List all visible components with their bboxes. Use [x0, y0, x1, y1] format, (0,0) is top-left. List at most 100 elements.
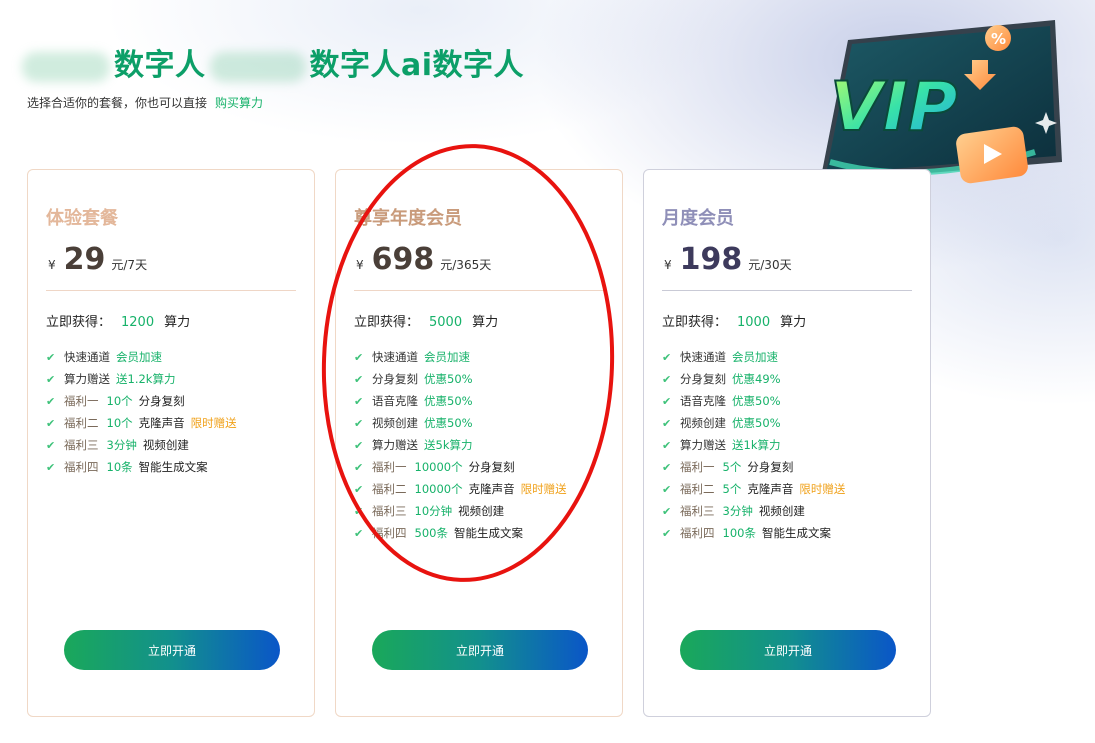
title-part-1: 数字人	[114, 48, 206, 83]
check-icon: ✔	[662, 350, 672, 364]
feature-item: ✔ 福利二 10000个 克隆声音 限时赠送	[354, 478, 567, 500]
feature-value: 10个	[106, 394, 133, 408]
check-icon: ✔	[662, 372, 672, 386]
feature-extra: 克隆声音	[747, 482, 794, 496]
check-icon: ✔	[662, 438, 672, 452]
buy-compute-link[interactable]: 购买算力	[215, 96, 263, 110]
activate-button[interactable]: 立即开通	[64, 630, 280, 670]
feature-value: 优惠50%	[732, 416, 781, 430]
feature-value: 3分钟	[106, 438, 137, 452]
feature-extra: 克隆声音	[468, 482, 515, 496]
feature-item: ✔ 福利二 5个 克隆声音 限时赠送	[662, 478, 845, 500]
feature-list: ✔ 快速通道 会员加速 ✔ 分身复刻 优惠49% ✔ 语音克隆 优惠50% ✔ 视频创建 优惠5…	[662, 346, 845, 544]
price-unit: 元/7天	[111, 258, 148, 272]
feature-item: ✔ 分身复刻 优惠49%	[662, 368, 845, 390]
plan-card-trial: 体验套餐 ¥29 元/7天 立即获得： 1200 算力 ✔ 快速通道 会员加速 ✔ 算力赠送…	[27, 169, 315, 717]
feature-label: 福利四	[372, 526, 407, 540]
check-icon: ✔	[354, 350, 364, 364]
blurred-text	[209, 51, 306, 82]
plan-name: 体验套餐	[46, 208, 118, 229]
feature-label: 快速通道	[64, 350, 110, 364]
divider	[662, 290, 912, 291]
check-icon: ✔	[46, 350, 56, 364]
feature-value: 送1.2k算力	[116, 372, 176, 386]
feature-extra: 视频创建	[458, 504, 505, 518]
feature-value: 优惠50%	[424, 372, 473, 386]
feature-item: ✔ 算力赠送 送1.2k算力	[46, 368, 237, 390]
feature-value: 优惠50%	[732, 394, 781, 408]
check-icon: ✔	[662, 482, 672, 496]
feature-item: ✔ 语音克隆 优惠50%	[662, 390, 845, 412]
feature-item: ✔ 福利三 10分钟 视频创建	[354, 500, 567, 522]
feature-item: ✔ 语音克隆 优惠50%	[354, 390, 567, 412]
feature-item: ✔ 福利一 10个 分身复刻	[46, 390, 237, 412]
feature-value: 优惠50%	[424, 416, 473, 430]
check-icon: ✔	[354, 438, 364, 452]
feature-item: ✔ 福利三 3分钟 视频创建	[662, 500, 845, 522]
feature-value: 10分钟	[414, 504, 453, 518]
feature-label: 算力赠送	[372, 438, 418, 452]
feature-item: ✔ 算力赠送 送1k算力	[662, 434, 845, 456]
gain-label: 立即获得：	[46, 315, 112, 330]
gain-row: 立即获得： 1200 算力	[46, 311, 190, 330]
feature-value: 10个	[106, 416, 133, 430]
feature-label: 福利四	[64, 460, 99, 474]
feature-list: ✔ 快速通道 会员加速 ✔ 算力赠送 送1.2k算力 ✔ 福利一 10个 分身复刻 ✔ 福利二 1…	[46, 346, 237, 478]
feature-label: 福利三	[372, 504, 407, 518]
price-amount: 198	[679, 242, 743, 277]
feature-extra: 智能生成文案	[761, 526, 831, 540]
check-icon: ✔	[354, 526, 364, 540]
gain-row: 立即获得： 1000 算力	[662, 311, 806, 330]
feature-item: ✔ 福利四 10条 智能生成文案	[46, 456, 237, 478]
feature-value: 会员加速	[732, 350, 778, 364]
feature-extra: 分身复刻	[138, 394, 185, 408]
feature-label: 快速通道	[372, 350, 418, 364]
activate-button[interactable]: 立即开通	[372, 630, 588, 670]
currency-symbol: ¥	[48, 258, 56, 272]
check-icon: ✔	[662, 394, 672, 408]
feature-item: ✔ 福利一 5个 分身复刻	[662, 456, 845, 478]
feature-extra: 分身复刻	[468, 460, 515, 474]
percent-text: %	[991, 30, 1006, 48]
gain-value: 1200	[121, 315, 155, 330]
feature-item: ✔ 视频创建 优惠50%	[354, 412, 567, 434]
price-row: ¥698 元/365天	[356, 242, 492, 277]
price-amount: 698	[371, 242, 435, 277]
price-unit: 元/365天	[440, 258, 492, 272]
check-icon: ✔	[354, 416, 364, 430]
feature-value: 10000个	[414, 482, 463, 496]
check-icon: ✔	[46, 394, 56, 408]
feature-item: ✔ 快速通道 会员加速	[46, 346, 237, 368]
feature-item: ✔ 分身复刻 优惠50%	[354, 368, 567, 390]
gain-value: 1000	[737, 315, 771, 330]
check-icon: ✔	[662, 526, 672, 540]
gain-label: 立即获得：	[354, 315, 420, 330]
activate-button[interactable]: 立即开通	[680, 630, 896, 670]
plan-name: 月度会员	[662, 208, 734, 229]
feature-label: 分身复刻	[372, 372, 418, 386]
check-icon: ✔	[46, 372, 56, 386]
feature-label: 语音克隆	[680, 394, 726, 408]
divider	[46, 290, 296, 291]
plan-name: 尊享年度会员	[354, 208, 462, 229]
price-unit: 元/30天	[748, 258, 792, 272]
feature-value: 10条	[106, 460, 133, 474]
title-part-2: 数字人ai数字人	[309, 48, 525, 83]
feature-item: ✔ 视频创建 优惠50%	[662, 412, 845, 434]
feature-extra: 智能生成文案	[453, 526, 523, 540]
check-icon: ✔	[354, 504, 364, 518]
currency-symbol: ¥	[356, 258, 364, 272]
feature-label: 快速通道	[680, 350, 726, 364]
gain-unit: 算力	[472, 315, 499, 330]
feature-value: 500条	[414, 526, 448, 540]
gain-row: 立即获得： 5000 算力	[354, 311, 498, 330]
gain-unit: 算力	[164, 315, 191, 330]
feature-item: ✔ 福利四 500条 智能生成文案	[354, 522, 567, 544]
feature-label: 福利三	[680, 504, 715, 518]
check-icon: ✔	[46, 416, 56, 430]
divider	[354, 290, 604, 291]
feature-value: 3分钟	[722, 504, 753, 518]
check-icon: ✔	[354, 482, 364, 496]
feature-extra: 视频创建	[142, 438, 189, 452]
feature-label: 福利二	[372, 482, 407, 496]
